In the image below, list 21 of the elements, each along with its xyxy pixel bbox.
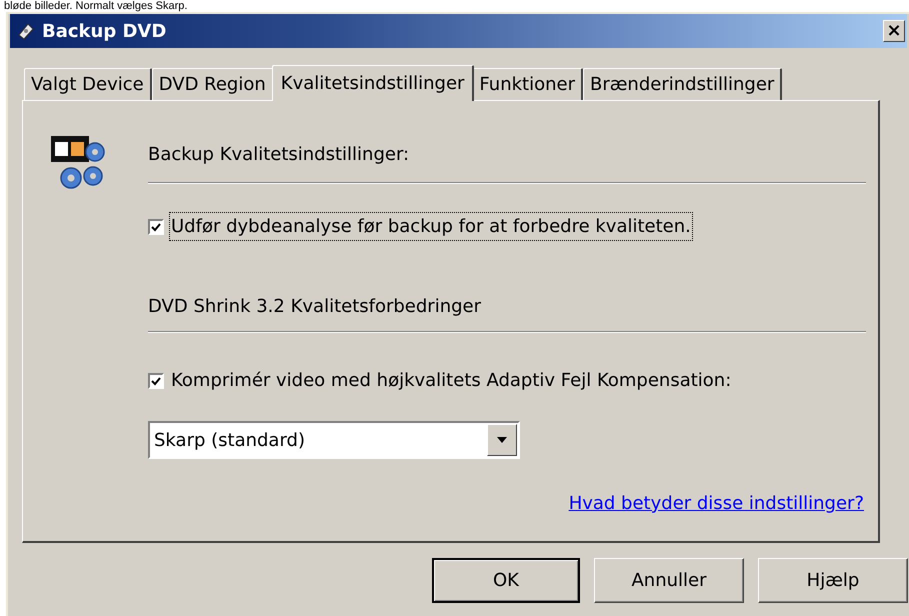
checkbox[interactable]	[148, 218, 164, 234]
tab[interactable]: DVD Region	[152, 68, 274, 100]
section-heading: Backup Kvalitetsindstillinger:	[148, 143, 410, 167]
checkbox-label: Komprimér video med højkvalitets Adaptiv Fejl Kompensation:	[170, 369, 732, 393]
checkmark-icon	[151, 222, 161, 232]
section-heading: DVD Shrink 3.2 Kvalitetsforbedringer	[148, 295, 482, 319]
checkmark-icon	[151, 376, 161, 386]
tab[interactable]: Valgt Device	[24, 68, 152, 100]
checkbox-label: Udfør dybdeanalyse før backup for at forbedre kvaliteten.	[170, 213, 692, 240]
checkbox[interactable]	[148, 372, 164, 388]
dialog-button[interactable]: OK	[432, 558, 580, 603]
close-button[interactable]: ×	[883, 20, 905, 42]
window-title: Backup DVD	[42, 20, 166, 44]
tab[interactable]: Funktioner	[472, 68, 583, 100]
caption-text: bløde billeder. Normalt vælges Skarp.	[4, 0, 188, 12]
tab[interactable]: Brænderindstillinger	[583, 68, 782, 100]
dialog-button[interactable]: Annuller	[594, 558, 744, 603]
quality-dropdown[interactable]: Skarp (standard)	[148, 421, 520, 459]
dialog-button[interactable]: Hjælp	[758, 558, 908, 603]
help-link[interactable]: Hvad betyder disse indstillinger?	[568, 493, 864, 514]
tab[interactable]: Kvalitetsindstillinger	[272, 65, 474, 101]
